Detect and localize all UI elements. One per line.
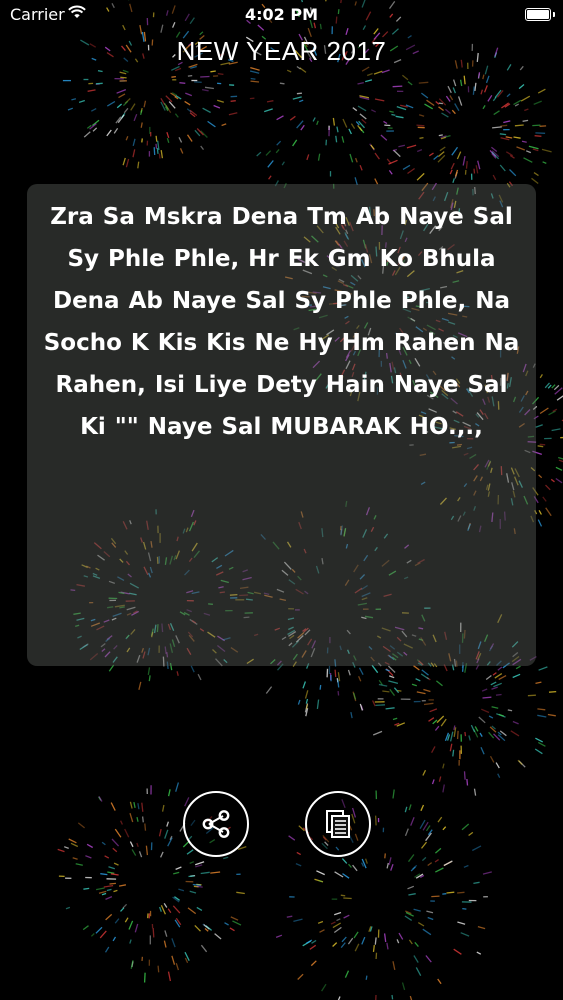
status-bar: Carrier 4:02 PM	[0, 0, 563, 30]
message-card: Zra Sa Mskra Dena Tm Ab Naye Sal Sy Phle…	[27, 184, 536, 666]
copy-icon	[326, 810, 350, 838]
page-title: NEW YEAR 2017	[176, 36, 387, 66]
battery-icon	[525, 8, 551, 21]
battery-cap	[553, 12, 555, 17]
status-time: 4:02 PM	[244, 5, 318, 24]
message-text: Zra Sa Mskra Dena Tm Ab Naye Sal Sy Phle…	[43, 204, 520, 440]
copy-button[interactable]	[305, 791, 371, 857]
share-icon	[202, 810, 230, 838]
share-button[interactable]	[183, 791, 249, 857]
